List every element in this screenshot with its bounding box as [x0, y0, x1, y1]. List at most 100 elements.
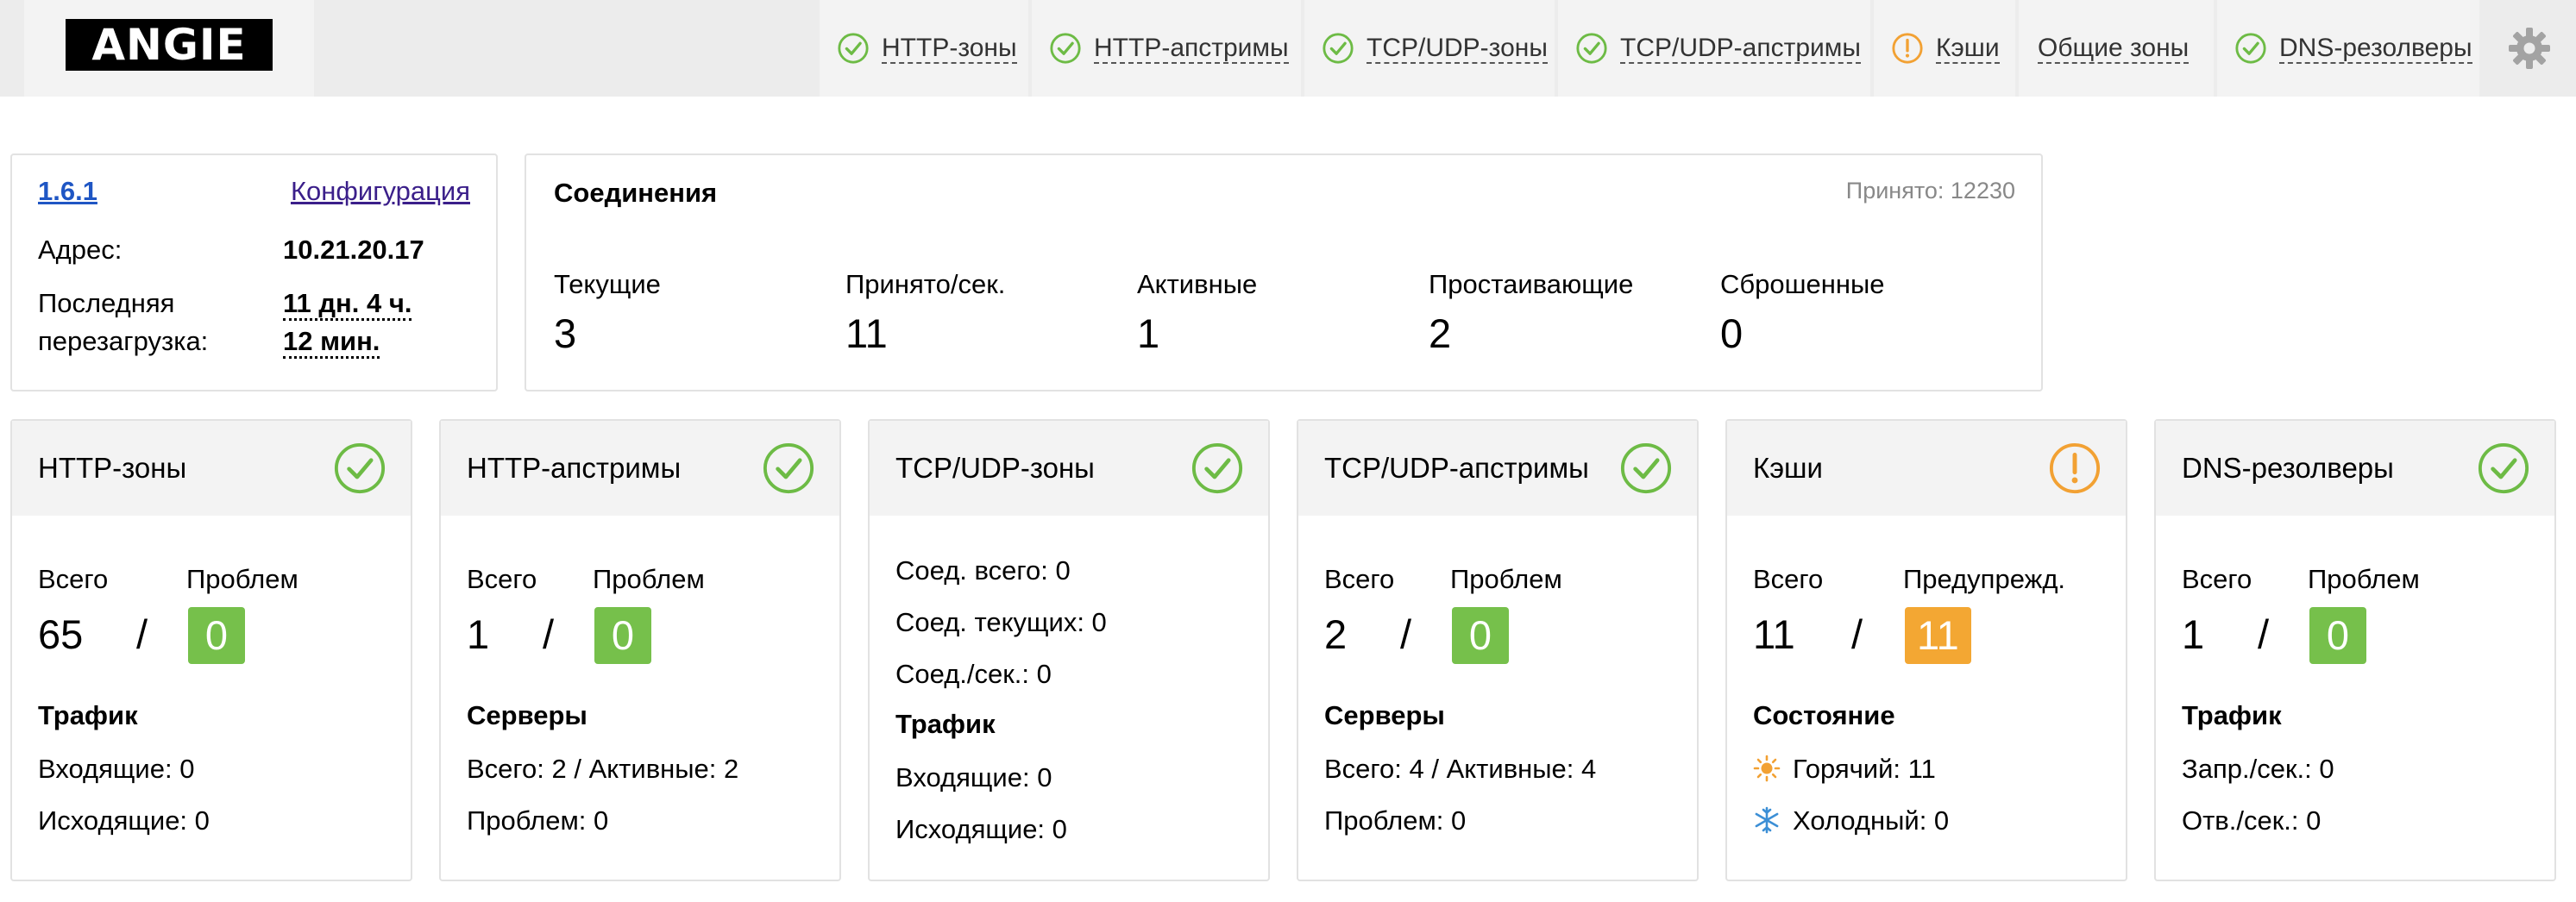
accepted-total: Принято: 12230: [1845, 178, 2015, 204]
tab-http-upstreams[interactable]: HTTP-апстримы: [1032, 0, 1301, 97]
problems-label: Проблем: [593, 564, 705, 594]
last-reload-label-line1: Последняя: [38, 288, 175, 318]
card-tcp-udp-upstreams[interactable]: TCP/UDP-апстримы Всего Проблем 2 / 0 Сер…: [1297, 419, 1699, 881]
stat-value: 11: [845, 310, 888, 356]
card-caches[interactable]: Кэши Всего Предупрежд. 11 / 11 Состояние…: [1725, 419, 2127, 881]
connections-active: Активные 1: [1137, 267, 1422, 360]
warning-circle-icon: [2049, 442, 2101, 494]
connections-panel: Соединения Принято: 12230 Текущие 3 Прин…: [525, 153, 2043, 391]
tab-label: HTTP-зоны: [882, 33, 1017, 64]
tab-shared-zones[interactable]: Общие зоны: [2019, 0, 2214, 97]
traffic-out: Исходящие: 0: [895, 814, 1067, 844]
address-label: Адрес:: [38, 235, 123, 265]
tab-http-zones[interactable]: HTTP-зоны: [820, 0, 1028, 97]
problems-label: Проблем: [2308, 564, 2420, 594]
card-dns-resolvers[interactable]: DNS-резолверы Всего Проблем 1 / 0 Трафик…: [2154, 419, 2556, 881]
check-circle-icon: [2235, 33, 2266, 64]
uptime-minutes: 12 мин.: [283, 326, 380, 359]
total-value: 65: [38, 611, 84, 657]
total-label: Всего: [38, 564, 109, 594]
stat-value: 3: [554, 310, 577, 356]
check-circle-icon: [1191, 442, 1243, 494]
check-circle-icon: [1050, 33, 1081, 64]
traffic-in: Входящие: 0: [895, 762, 1052, 792]
card-title: TCP/UDP-зоны: [895, 452, 1095, 484]
stat-value: 1: [1137, 310, 1160, 356]
last-reload-value-line1[interactable]: 11 дн. 4 ч.: [283, 285, 412, 323]
connections-total: Соед. всего: 0: [895, 555, 1071, 586]
configuration-link[interactable]: Конфигурация: [291, 176, 470, 207]
check-circle-icon: [1576, 33, 1607, 64]
top-navigation: ANGIE HTTP-зоны HTTP-апстримы TCP/UDP-зо…: [0, 0, 2576, 97]
separator: /: [1400, 611, 1412, 657]
last-reload-value-line2[interactable]: 12 мин.: [283, 323, 380, 360]
tab-tcp-udp-upstreams[interactable]: TCP/UDP-апстримы: [1558, 0, 1870, 97]
connections-title: Соединения: [554, 178, 718, 208]
card-http-zones[interactable]: HTTP-зоны Всего Проблем 65 / 0 Трафик Вх…: [10, 419, 412, 881]
connections-current: Соед. текущих: 0: [895, 607, 1107, 637]
section-title: Трафик: [38, 700, 138, 730]
card-title: HTTP-зоны: [38, 452, 187, 484]
stat-label: Сброшенные: [1720, 269, 1885, 299]
total-value: 11: [1753, 611, 1795, 657]
card-header[interactable]: TCP/UDP-зоны: [870, 421, 1268, 516]
card-http-upstreams[interactable]: HTTP-апстримы Всего Проблем 1 / 0 Сервер…: [439, 419, 841, 881]
check-circle-icon: [1620, 442, 1672, 494]
warning-circle-icon: [1892, 33, 1923, 64]
servers-problems: Проблем: 0: [1324, 805, 1467, 836]
problems-label: Проблем: [186, 564, 298, 594]
cache-hot: Горячий: 11: [1753, 754, 1936, 785]
tab-label: Кэши: [1936, 33, 2000, 64]
tab-label: TCP/UDP-зоны: [1367, 33, 1548, 64]
angie-logo[interactable]: ANGIE: [66, 19, 273, 71]
separator: /: [1851, 611, 1863, 657]
check-circle-icon: [763, 442, 814, 494]
tab-dns-resolvers[interactable]: DNS-резолверы: [2217, 0, 2479, 97]
section-title: Серверы: [1324, 700, 1445, 730]
card-header[interactable]: HTTP-зоны: [12, 421, 411, 516]
check-circle-icon: [334, 442, 386, 494]
card-title: DNS-резолверы: [2182, 452, 2394, 484]
sun-icon: [1753, 755, 1781, 782]
tab-caches[interactable]: Кэши: [1874, 0, 2015, 97]
cache-cold-text: Холодный: 0: [1793, 805, 1950, 836]
version-link[interactable]: 1.6.1: [38, 176, 97, 207]
card-header[interactable]: DNS-резолверы: [2156, 421, 2554, 516]
connections-dropped: Сброшенные 0: [1720, 267, 2005, 360]
requests-per-sec: Запр./сек.: 0: [2182, 754, 2334, 784]
warnings-badge: 11: [1905, 607, 1971, 664]
total-label: Всего: [1324, 564, 1395, 594]
card-header[interactable]: TCP/UDP-апстримы: [1298, 421, 1697, 516]
card-header[interactable]: HTTP-апстримы: [441, 421, 839, 516]
tab-tcp-udp-zones[interactable]: TCP/UDP-зоны: [1304, 0, 1555, 97]
stat-label: Простаивающие: [1429, 269, 1634, 299]
settings-button[interactable]: [2483, 0, 2576, 97]
problems-badge: 0: [594, 607, 651, 664]
tab-label: TCP/UDP-апстримы: [1620, 33, 1861, 64]
address-value: 10.21.20.17: [283, 235, 424, 265]
servers-problems: Проблем: 0: [467, 805, 609, 836]
connections-current: Текущие 3: [554, 267, 839, 360]
connections-per-sec: Соед./сек.: 0: [895, 659, 1052, 689]
section-title: Состояние: [1753, 700, 1895, 730]
card-tcp-udp-zones[interactable]: TCP/UDP-зоны Соед. всего: 0 Соед. текущи…: [868, 419, 1270, 881]
stat-label: Принято/сек.: [845, 269, 1006, 299]
total-label: Всего: [467, 564, 537, 594]
card-header[interactable]: Кэши: [1727, 421, 2126, 516]
section-title: Трафик: [2182, 700, 2282, 730]
total-label: Всего: [2182, 564, 2252, 594]
stat-label: Текущие: [554, 269, 661, 299]
stat-label: Активные: [1137, 269, 1258, 299]
check-circle-icon: [1323, 33, 1354, 64]
check-circle-icon: [838, 33, 869, 64]
stat-value: 2: [1429, 310, 1452, 356]
logo-cell[interactable]: ANGIE: [24, 0, 314, 97]
problems-badge: 0: [1452, 607, 1509, 664]
tab-label: Общие зоны: [2038, 33, 2190, 64]
total-value: 1: [467, 611, 490, 657]
total-value: 2: [1324, 611, 1348, 657]
separator: /: [543, 611, 555, 657]
gear-icon: [2509, 28, 2550, 69]
stat-value: 0: [1720, 310, 1744, 356]
card-title: Кэши: [1753, 452, 1823, 484]
